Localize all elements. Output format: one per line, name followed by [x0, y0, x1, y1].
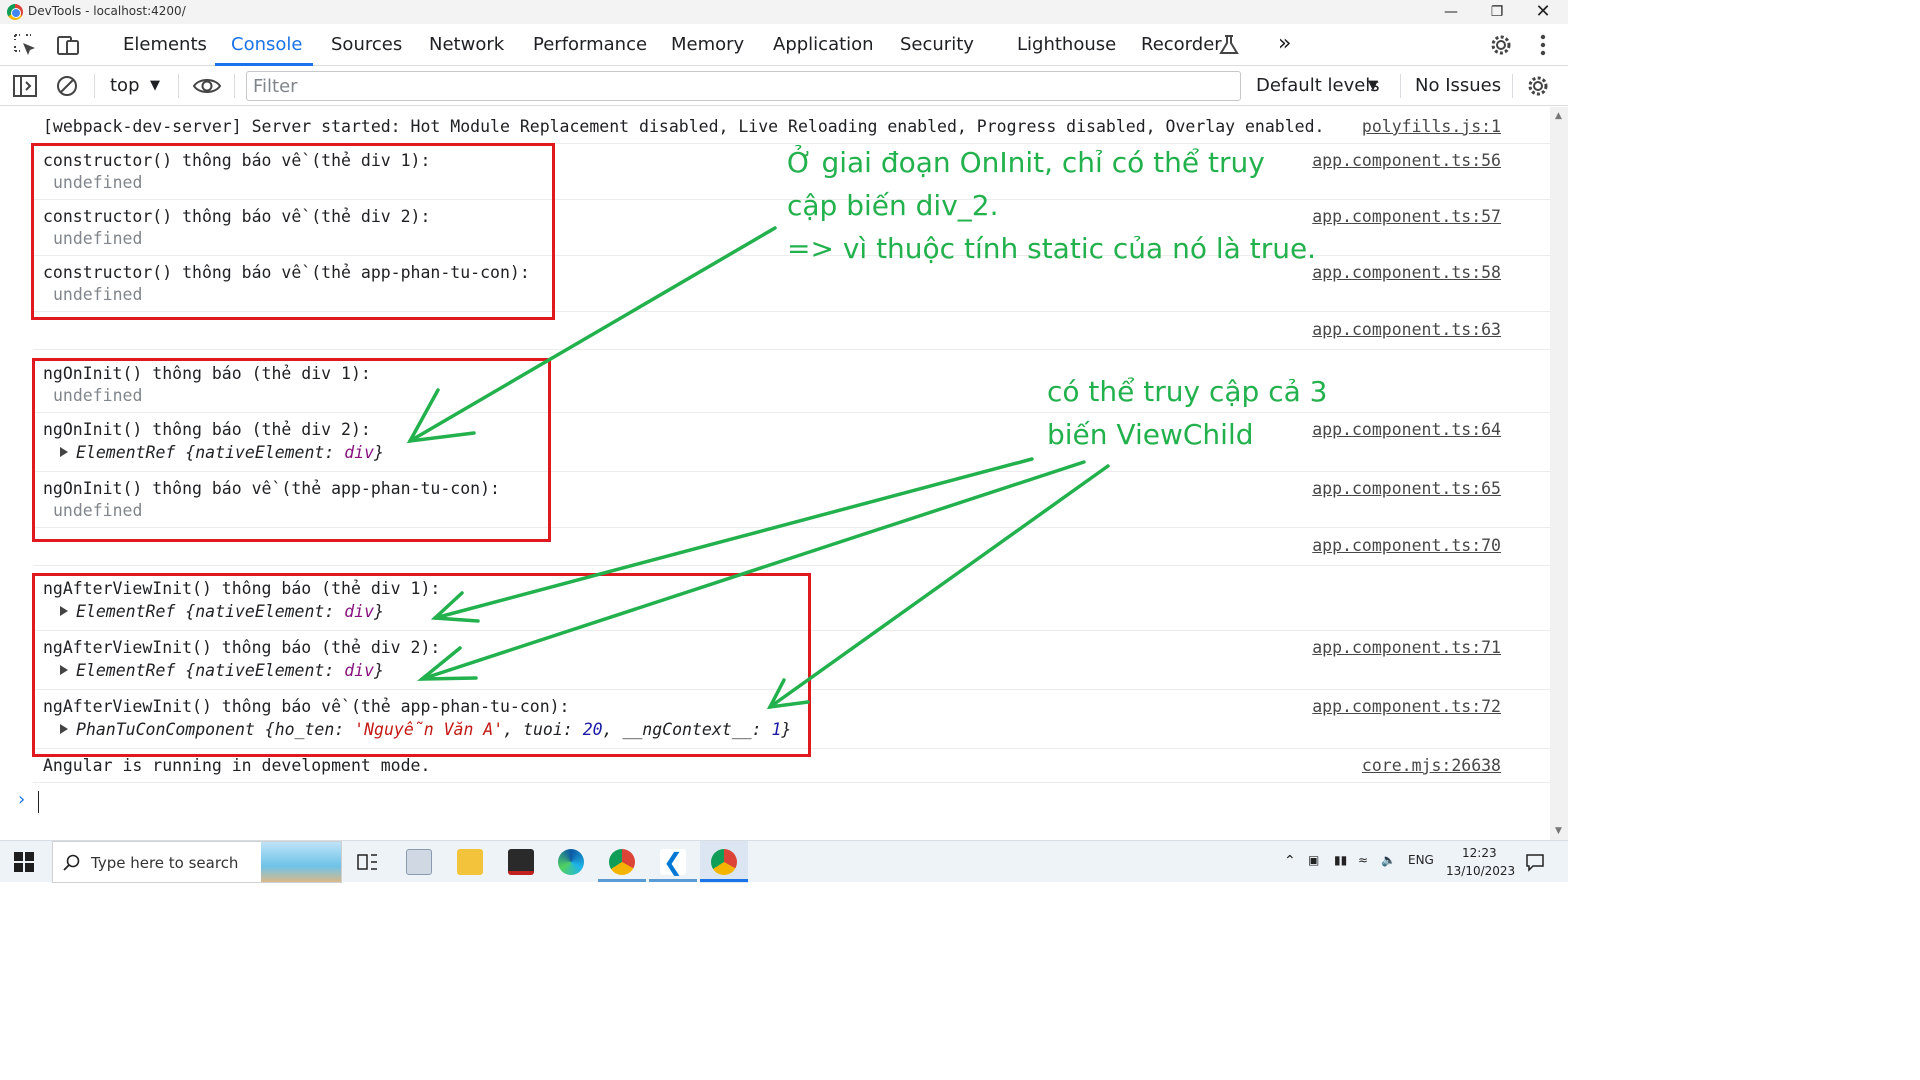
source-link[interactable]: app.component.ts:56 — [1312, 151, 1501, 170]
wifi-icon[interactable]: ≈ — [1358, 853, 1368, 867]
source-link[interactable]: app.component.ts:71 — [1312, 638, 1501, 657]
app-icon[interactable] — [406, 849, 432, 875]
sidebar-toggle-icon[interactable] — [12, 73, 38, 99]
volume-icon[interactable]: 🔈 — [1381, 853, 1396, 867]
devtools-tab-bar: Elements Console Sources Network Perform… — [0, 24, 1568, 66]
annotation-oninit: Ở giai đoạn OnInit, chỉ có thể truy cập b… — [787, 146, 1317, 265]
source-link[interactable]: app.component.ts:64 — [1312, 420, 1501, 439]
tab-network[interactable]: Network — [429, 34, 504, 55]
windows-start-icon[interactable] — [14, 852, 34, 872]
context-select[interactable]: top — [110, 75, 140, 96]
flask-icon — [1219, 35, 1239, 54]
device-toolbar-icon[interactable] — [55, 32, 81, 58]
tab-elements[interactable]: Elements — [123, 34, 207, 55]
app-icon[interactable] — [508, 849, 534, 875]
file-explorer-icon[interactable] — [457, 849, 483, 875]
tray-device-icon[interactable]: ▣ — [1308, 853, 1319, 867]
search-highlight-image — [261, 842, 341, 882]
chrome-active-icon[interactable] — [711, 849, 737, 875]
tab-performance[interactable]: Performance — [533, 34, 647, 55]
server-message: [webpack-dev-server] Server started: Hot… — [43, 117, 1325, 136]
tray-chevron-icon[interactable]: ⌃ — [1284, 853, 1296, 869]
source-link[interactable]: core.mjs:26638 — [1362, 756, 1501, 775]
chrome-taskbar-icon[interactable] — [609, 849, 635, 875]
annotation-afterviewinit: có thể truy cập cả 3 biến ViewChild — [1047, 375, 1328, 451]
oninit-highlight-box — [32, 358, 551, 542]
console-settings-icon[interactable] — [1525, 73, 1551, 99]
window-title: DevTools - localhost:4200/ — [28, 4, 186, 18]
tab-memory[interactable]: Memory — [671, 34, 744, 55]
minimize-button[interactable]: — — [1428, 0, 1474, 24]
settings-gear-icon[interactable] — [1488, 32, 1514, 58]
battery-icon[interactable]: ▮▮ — [1334, 853, 1347, 867]
tab-lighthouse[interactable]: Lighthouse — [1017, 34, 1116, 55]
maximize-button[interactable]: ❐ — [1474, 0, 1520, 24]
constructor-highlight-box — [31, 143, 555, 320]
tab-console[interactable]: Console — [231, 34, 302, 55]
source-link[interactable]: app.component.ts:57 — [1312, 207, 1501, 226]
source-link[interactable]: polyfills.js:1 — [1362, 117, 1501, 136]
close-button[interactable]: ✕ — [1520, 0, 1566, 24]
source-link[interactable]: app.component.ts:65 — [1312, 479, 1501, 498]
tab-sources[interactable]: Sources — [331, 34, 402, 55]
vscode-icon[interactable]: ❮ — [660, 849, 686, 875]
prompt-chevron-icon: › — [16, 789, 27, 810]
source-link[interactable]: app.component.ts:58 — [1312, 263, 1501, 282]
default-levels-dropdown[interactable]: Default levels — [1256, 75, 1380, 96]
tab-application[interactable]: Application — [773, 34, 874, 55]
source-link[interactable]: app.component.ts:70 — [1312, 536, 1501, 555]
chevron-down-icon[interactable]: ▼ — [150, 78, 160, 93]
clock-date[interactable]: 13/10/2023 — [1446, 864, 1515, 878]
clock-time[interactable]: 12:23 — [1462, 846, 1497, 860]
inspect-element-icon[interactable] — [12, 32, 38, 58]
console-input-caret[interactable] — [38, 791, 39, 813]
search-icon — [63, 854, 80, 871]
console-toolbar: top ▼ Filter Default levels ▼ No Issues — [0, 66, 1568, 106]
task-view-icon[interactable] — [356, 852, 378, 872]
windows-taskbar: Type here to search ❮ ⌃ ▣ ▮▮ ≈ 🔈 ENG 12:… — [0, 840, 1568, 883]
source-link[interactable]: app.component.ts:72 — [1312, 697, 1501, 716]
levels-chevron-icon[interactable]: ▼ — [1368, 78, 1378, 93]
language-indicator[interactable]: ENG — [1408, 853, 1434, 867]
afterviewinit-highlight-box — [32, 573, 811, 757]
title-bar: DevTools - localhost:4200/ — ❐ ✕ — [0, 0, 1568, 24]
chrome-icon — [7, 4, 23, 20]
more-options-icon[interactable] — [1530, 32, 1556, 58]
tab-recorder[interactable]: Recorder — [1141, 34, 1222, 55]
clear-console-icon[interactable] — [54, 73, 80, 99]
more-tabs-icon[interactable]: » — [1278, 31, 1291, 56]
log-message: Angular is running in development mode. — [43, 756, 431, 775]
taskbar-search-box[interactable]: Type here to search — [52, 841, 342, 883]
issues-counter[interactable]: No Issues — [1415, 75, 1501, 96]
edge-icon[interactable] — [558, 849, 584, 875]
source-link[interactable]: app.component.ts:63 — [1312, 320, 1501, 339]
filter-input[interactable]: Filter — [246, 71, 1241, 101]
console-scrollbar[interactable]: ▲ ▼ — [1550, 107, 1568, 840]
eye-icon[interactable] — [192, 73, 222, 99]
notification-icon[interactable] — [1525, 852, 1545, 872]
tab-security[interactable]: Security — [900, 34, 974, 55]
search-placeholder: Type here to search — [91, 854, 239, 872]
